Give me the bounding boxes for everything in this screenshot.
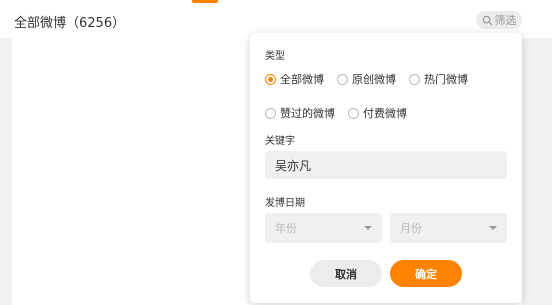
type-option-all[interactable]: 全部微博: [265, 71, 324, 87]
radio-empty-icon: [409, 73, 420, 85]
type-options-row-2: 赞过的微博 付费微博: [265, 105, 420, 121]
filter-button[interactable]: 筛选: [476, 11, 522, 29]
chevron-down-icon: [489, 226, 497, 230]
type-option-label: 全部微博: [280, 73, 324, 86]
type-options-row-1: 全部微博 原创微博 热门微博: [265, 71, 481, 87]
type-option-liked[interactable]: 赞过的微博: [265, 105, 335, 121]
type-option-original[interactable]: 原创微博: [337, 71, 396, 87]
page: 全部微博（6256） 筛选 看 类型 全部微博 原创微博 热门微博: [0, 0, 552, 305]
type-option-label: 热门微博: [424, 73, 468, 86]
type-option-hot[interactable]: 热门微博: [409, 71, 468, 87]
search-icon: [482, 15, 492, 25]
year-select[interactable]: 年份: [265, 213, 382, 243]
month-select-placeholder: 月份: [400, 222, 422, 235]
radio-empty-icon: [265, 107, 276, 119]
radio-empty-icon: [348, 107, 359, 119]
keyword-input[interactable]: 吴亦凡: [265, 151, 507, 179]
cancel-button[interactable]: 取消: [310, 260, 382, 287]
radio-selected-icon: [265, 73, 276, 85]
date-section-label: 发博日期: [265, 198, 305, 209]
type-option-label: 付费微博: [363, 107, 407, 120]
radio-empty-icon: [337, 73, 348, 85]
type-option-label: 原创微博: [352, 73, 396, 86]
type-option-paid[interactable]: 付费微博: [348, 105, 407, 121]
confirm-button[interactable]: 确定: [390, 260, 462, 287]
active-tab-indicator: [192, 0, 218, 3]
month-select[interactable]: 月份: [390, 213, 507, 243]
filter-panel: 类型 全部微博 原创微博 热门微博 赞过的微博 付费微博 关键字 吴亦凡 发博日…: [250, 33, 522, 303]
keyword-section-label: 关键字: [265, 136, 295, 147]
chevron-down-icon: [364, 226, 372, 230]
type-option-label: 赞过的微博: [280, 107, 335, 120]
feed-title: 全部微博（6256）: [14, 16, 126, 31]
filter-label: 筛选: [494, 14, 517, 27]
type-section-label: 类型: [265, 51, 285, 62]
year-select-placeholder: 年份: [275, 222, 297, 235]
